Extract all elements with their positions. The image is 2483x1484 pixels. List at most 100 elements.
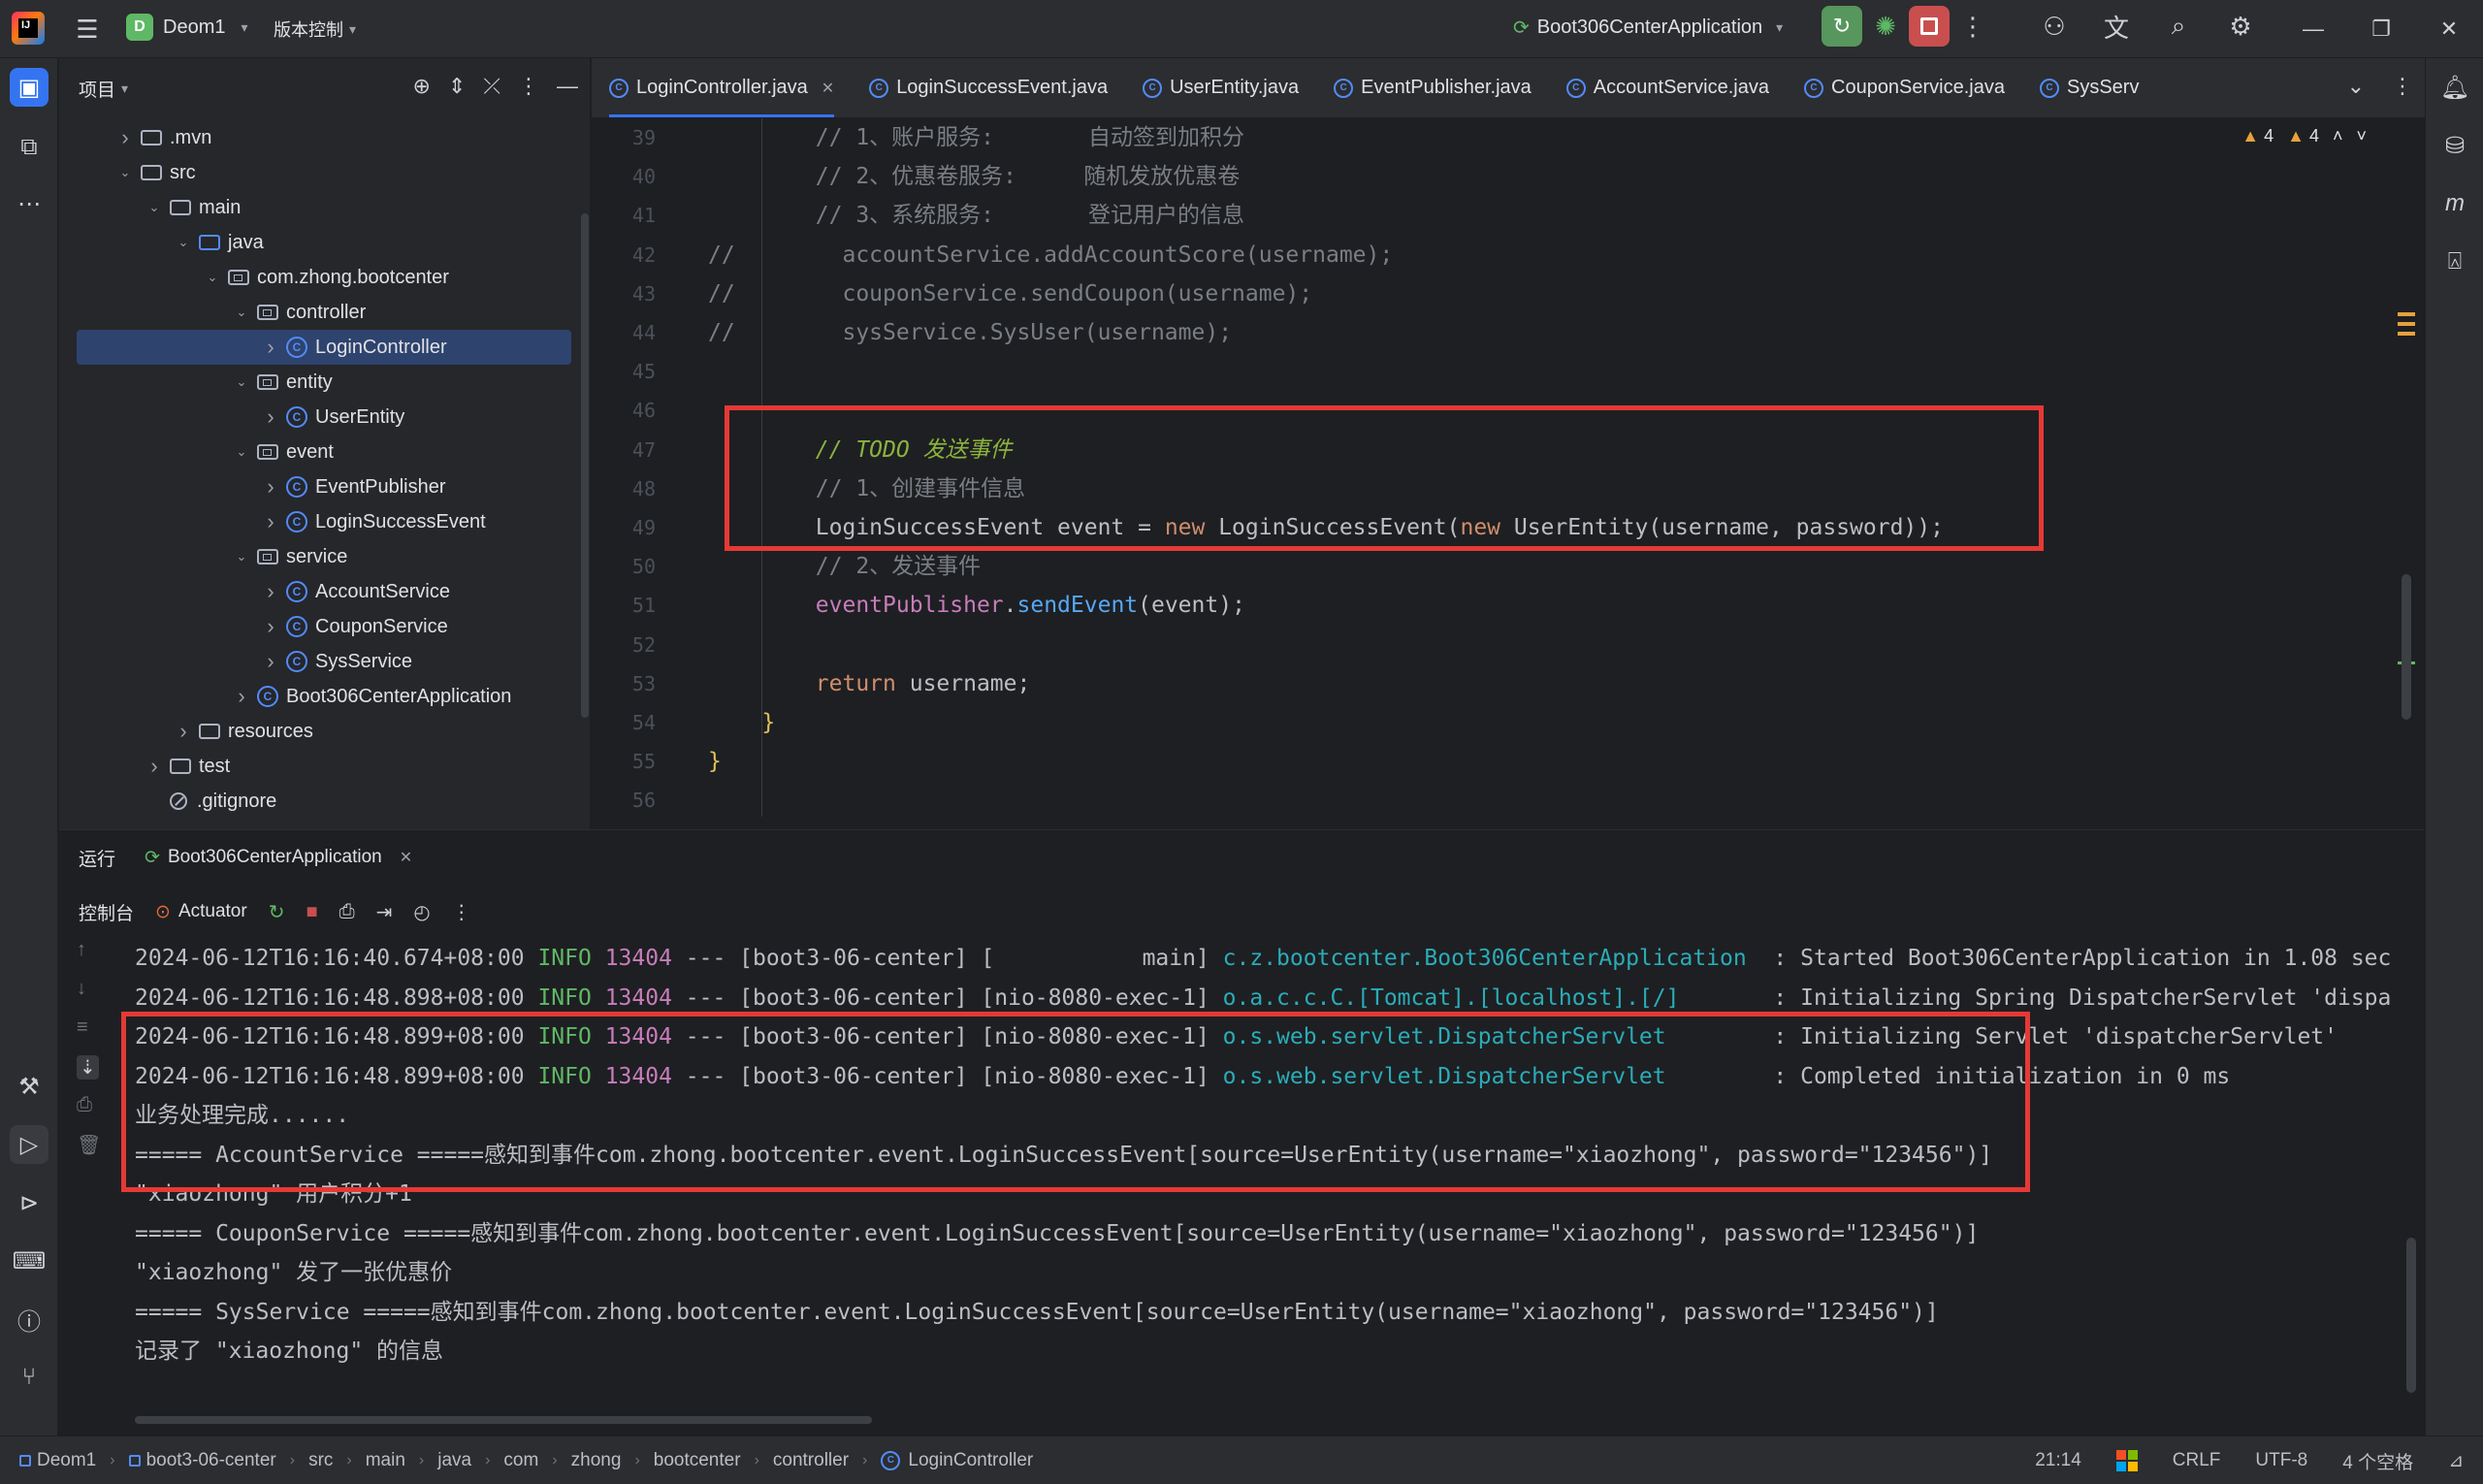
breadcrumb-item[interactable]: src <box>308 1450 333 1471</box>
chevron-right-icon[interactable]: › <box>261 614 280 639</box>
chevron-right-icon[interactable]: › <box>261 404 280 430</box>
tree-item[interactable]: › C LoginController <box>77 330 571 365</box>
chevron-right-icon[interactable]: › <box>261 474 280 500</box>
code-line[interactable]: // 2、优惠卷服务: 随机发放优惠卷 <box>708 157 1240 196</box>
editor-tab[interactable]: C LoginSuccessEvent.java <box>852 58 1125 117</box>
chevron-down-icon[interactable]: ⌄ <box>115 165 135 180</box>
vcs-widget[interactable]: 版本控制 ▾ <box>274 16 356 42</box>
code-line[interactable]: // TODO 发送事件 <box>708 431 1013 469</box>
settings-gear-icon[interactable]: ⚙ <box>2221 7 2260 46</box>
debug-icon[interactable]: ✺ <box>1866 7 1905 46</box>
maven-icon[interactable]: m <box>2435 184 2474 223</box>
code-line[interactable]: // couponService.sendCoupon(username); <box>708 274 1312 313</box>
breadcrumb-item[interactable]: Deom1 <box>19 1450 96 1471</box>
expand-all-icon[interactable]: ⇕ <box>448 74 466 99</box>
restore-button[interactable]: ❐ <box>2347 0 2415 58</box>
problems-tool-icon[interactable]: ⓘ <box>10 1300 48 1339</box>
editor-tab[interactable]: C UserEntity.java <box>1125 58 1316 117</box>
main-menu-icon[interactable]: ☰ <box>68 10 107 48</box>
warning-marker[interactable] <box>2398 332 2415 336</box>
warning-marker[interactable] <box>2398 322 2415 326</box>
indent-setting[interactable]: 4 个空格 <box>2342 1448 2413 1474</box>
more-actions-icon[interactable]: ⋮ <box>1953 7 1992 46</box>
inspection-widget[interactable]: ▲ 4 ▲ 4 ˄ ˅ <box>2241 126 2367 146</box>
project-panel-title[interactable]: 项目 <box>79 76 115 102</box>
console-tab[interactable]: 控制台 <box>79 899 134 925</box>
chevron-right-icon[interactable]: › <box>232 684 251 709</box>
editor-tab[interactable]: C CouponService.java <box>1787 58 2022 117</box>
close-icon[interactable]: ✕ <box>822 79 834 98</box>
code-line[interactable]: // 1、账户服务: 自动签到加积分 <box>708 118 1244 157</box>
code-line[interactable]: eventPublisher.sendEvent(event); <box>708 586 1245 625</box>
code-line[interactable]: LoginSuccessEvent event = new LoginSucce… <box>708 508 1944 547</box>
chevron-right-icon[interactable]: › <box>261 509 280 534</box>
terminal-tool-icon[interactable]: ⌨ <box>10 1242 48 1280</box>
tree-item[interactable]: › resources <box>59 714 590 749</box>
code-editor[interactable]: 39 40 41 42 43 44 45 46 47 48 49 50 51 52 53 54 55 56 // … <box>592 118 2425 829</box>
structure-tool-icon[interactable]: ⧉ <box>10 128 48 167</box>
run-tool-icon[interactable]: ▷ <box>10 1125 48 1164</box>
run-config-selector[interactable]: ⟳ Boot306CenterApplication ▾ <box>1513 16 1783 40</box>
stop-icon[interactable]: ■ <box>306 901 317 923</box>
chevron-down-icon[interactable]: ⌄ <box>232 305 251 320</box>
chevron-right-icon[interactable]: › <box>115 125 135 150</box>
breadcrumb-item[interactable]: main <box>366 1450 405 1471</box>
project-switcher[interactable]: D Deom1 ▾ <box>126 14 248 41</box>
editor-tab[interactable]: C LoginController.java ✕ <box>592 58 852 117</box>
project-tool-icon[interactable]: ▣ <box>10 68 48 107</box>
tree-item[interactable]: › .mvn <box>59 120 590 155</box>
caret-position[interactable]: 21:14 <box>2035 1450 2081 1471</box>
scroll-up-icon[interactable]: ↑ <box>77 939 86 961</box>
tab-options-icon[interactable]: ⋮ <box>2392 74 2413 99</box>
services-tool-icon[interactable]: ⊳ <box>10 1183 48 1222</box>
tree-item[interactable]: ⌄ main <box>59 190 590 225</box>
tree-item[interactable]: › C SysService <box>59 644 590 679</box>
breadcrumb-item[interactable]: C LoginController <box>881 1450 1033 1471</box>
chevron-down-icon[interactable]: ⌄ <box>232 374 251 390</box>
exit-icon[interactable]: ⇥ <box>376 900 393 924</box>
tree-item[interactable]: .gitignore <box>59 784 590 819</box>
editor-tab[interactable]: C SysServ <box>2022 58 2156 117</box>
rerun-button[interactable]: ↻ <box>1822 6 1862 47</box>
log-cls[interactable]: c.z.bootcenter.Boot306CenterApplication <box>1223 946 1760 971</box>
tree-item[interactable]: › C CouponService <box>59 609 590 644</box>
console-h-scrollbar[interactable] <box>135 1416 872 1424</box>
chevron-right-icon[interactable]: › <box>261 649 280 674</box>
code-line[interactable]: // 2、发送事件 <box>708 547 981 586</box>
database-icon[interactable]: ⛁ <box>2435 126 2474 165</box>
breadcrumb-item[interactable]: com <box>503 1450 538 1471</box>
chevron-down-icon[interactable]: ⌄ <box>232 549 251 565</box>
chevron-down-icon[interactable]: ⌄ <box>174 235 193 250</box>
camera-icon[interactable]: ⎙ <box>339 901 355 923</box>
ai-assistant-icon[interactable]: ⍓ <box>2435 242 2474 281</box>
code-line[interactable]: // 3、系统服务: 登记用户的信息 <box>708 196 1244 235</box>
tree-item[interactable]: ⌄ com.zhong.bootcenter <box>59 260 590 295</box>
code-line[interactable]: return username; <box>708 664 1031 703</box>
chevron-down-icon[interactable]: ⌄ <box>203 270 222 285</box>
breadcrumb-item[interactable]: controller <box>773 1450 849 1471</box>
console-v-scrollbar[interactable] <box>2406 1238 2416 1393</box>
profiler-icon[interactable]: ◴ <box>413 900 430 924</box>
code-line[interactable]: // accountService.addAccountScore(userna… <box>708 236 1393 274</box>
tree-item[interactable]: › test <box>59 749 590 784</box>
breadcrumb-item[interactable]: bootcenter <box>654 1450 741 1471</box>
editor-tab[interactable]: C AccountService.java <box>1549 58 1787 117</box>
intellij-logo-icon[interactable]: IJ <box>12 12 45 45</box>
tree-scrollbar[interactable] <box>581 213 589 718</box>
log-cls[interactable]: o.s.web.servlet.DispatcherServlet <box>1223 1064 1760 1089</box>
editor-scrollbar[interactable] <box>2402 574 2411 720</box>
tree-item[interactable]: › C AccountService <box>59 574 590 609</box>
read-only-toggle-icon[interactable]: ⊿ <box>2448 1450 2464 1472</box>
code-line[interactable]: // sysService.SysUser(username); <box>708 313 1232 352</box>
more-tools-icon[interactable]: ⋯ <box>10 184 48 223</box>
code-line[interactable]: } <box>708 742 722 781</box>
chevron-right-icon[interactable]: › <box>145 754 164 779</box>
editor-tab[interactable]: C EventPublisher.java <box>1316 58 1549 117</box>
tree-item[interactable]: ⌄ event <box>59 435 590 469</box>
tree-item[interactable]: › C UserEntity <box>59 400 590 435</box>
notifications-icon[interactable]: 🔔︎ <box>2435 68 2474 107</box>
chevron-down-icon[interactable]: ⌄ <box>145 200 164 215</box>
translate-icon[interactable]: 文 <box>2097 7 2136 46</box>
options-icon[interactable]: ⋮ <box>518 74 539 99</box>
file-encoding[interactable]: UTF-8 <box>2255 1450 2307 1471</box>
